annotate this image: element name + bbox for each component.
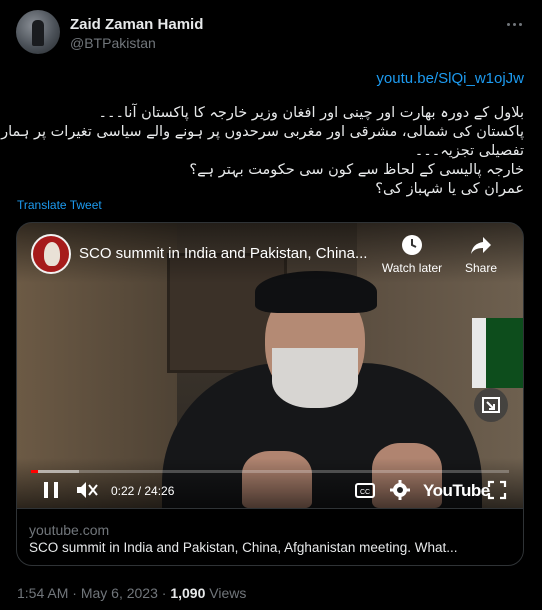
- progress-buffered: [31, 470, 79, 473]
- pakistan-flag: [472, 318, 523, 388]
- time-display: 0:22 / 24:26: [111, 484, 175, 498]
- author-handle[interactable]: @BTPakistan: [70, 35, 156, 51]
- tweet-date[interactable]: May 6, 2023: [81, 585, 158, 601]
- watch-later-button[interactable]: Watch later: [377, 233, 447, 281]
- picture-in-picture-icon[interactable]: [474, 388, 508, 422]
- svg-text:CC: CC: [360, 489, 370, 496]
- meta-separator: ·: [161, 585, 167, 601]
- channel-avatar[interactable]: [31, 234, 71, 274]
- watch-later-label: Watch later: [381, 261, 443, 275]
- tweet-text-line: بلاول کے دورہ بھارت اور چینی اور افغان و…: [98, 105, 524, 121]
- progress-bar[interactable]: [31, 470, 509, 473]
- tweet-text-line: پاکستان کی شمالی، مشرقی اور مغربی سرحدوں…: [0, 124, 524, 140]
- views-count: 1,090: [170, 585, 206, 601]
- card-footer[interactable]: youtube.com SCO summit in India and Paki…: [17, 508, 523, 565]
- card-title: SCO summit in India and Pakistan, China,…: [29, 540, 458, 555]
- card-domain: youtube.com: [29, 522, 110, 538]
- tweet-time[interactable]: 1:54 AM: [17, 585, 68, 601]
- tweet-header: Zaid Zaman Hamid @BTPakistan: [16, 10, 526, 58]
- author-name[interactable]: Zaid Zaman Hamid: [70, 16, 203, 33]
- progress-played: [31, 470, 39, 473]
- video-player[interactable]: SCO summit in India and Pakistan, China.…: [17, 223, 523, 508]
- author-avatar[interactable]: [16, 10, 60, 54]
- tweet-text-line: خارجہ پالیسی کے لحاظ سے کون سی حکومت بہت…: [189, 162, 524, 178]
- fullscreen-icon[interactable]: [486, 479, 508, 501]
- mute-icon[interactable]: [75, 479, 99, 501]
- meta-separator: ·: [72, 585, 77, 601]
- tweet-text-line: عمران کی یا شہباز کی؟: [375, 181, 524, 197]
- more-options-icon[interactable]: [504, 16, 524, 32]
- share-label: Share: [464, 261, 498, 275]
- video-link[interactable]: youtu.be/SlQi_w1ojJw: [376, 70, 524, 87]
- share-button[interactable]: Share: [455, 233, 507, 281]
- translate-tweet-link[interactable]: Translate Tweet: [17, 198, 102, 212]
- pause-icon[interactable]: [41, 479, 61, 501]
- tweet-text: بلاول کے دورہ بھارت اور چینی اور افغان و…: [0, 104, 524, 199]
- tweet-meta: 1:54 AM · May 6, 2023 · 1,090 Views: [17, 585, 246, 601]
- settings-gear-icon[interactable]: [389, 479, 411, 501]
- video-title[interactable]: SCO summit in India and Pakistan, China.…: [79, 245, 367, 262]
- clock-icon: [402, 235, 422, 255]
- views-label: Views: [209, 585, 247, 601]
- youtube-card[interactable]: SCO summit in India and Pakistan, China.…: [16, 222, 524, 566]
- captions-icon[interactable]: CC: [354, 479, 376, 501]
- tweet-text-line: تفصیلی تجزیہ۔۔۔: [414, 143, 524, 159]
- youtube-logo[interactable]: YouTube: [423, 481, 490, 501]
- pip-glyph-icon: [482, 397, 500, 413]
- share-arrow-icon: [471, 237, 491, 254]
- speaker-beard: [272, 348, 358, 408]
